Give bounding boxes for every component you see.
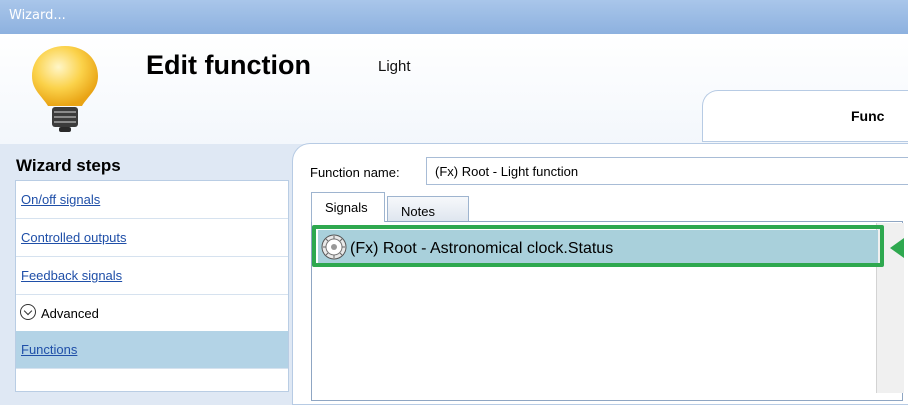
arrow-left-icon	[890, 238, 904, 258]
sidebar-item-label: Advanced	[41, 306, 99, 321]
sidebar-item-controlled-outputs[interactable]: Controlled outputs	[16, 219, 288, 257]
tab-notes[interactable]: Notes	[387, 196, 469, 222]
sidebar-item-advanced[interactable]: Advanced	[16, 295, 288, 333]
page-title: Edit function	[146, 50, 311, 80]
highlight-frame	[312, 225, 884, 267]
function-type-label: Light	[378, 58, 411, 75]
sidebar-item-label[interactable]: Feedback signals	[21, 268, 122, 283]
sidebar-item-label[interactable]: Controlled outputs	[21, 230, 127, 245]
tab-signals-label: Signals	[325, 200, 368, 215]
function-name-label: Function name:	[310, 165, 400, 180]
chevron-down-icon[interactable]	[20, 304, 36, 320]
wizard-steps-title: Wizard steps	[16, 156, 121, 175]
function-name-input[interactable]: (Fx) Root - Light function	[426, 157, 908, 185]
sidebar-item-label[interactable]: Functions	[21, 342, 77, 357]
sidebar-item-label[interactable]: On/off signals	[21, 192, 100, 207]
wizard-steps-list: On/off signals Controlled outputs Feedba…	[15, 180, 289, 392]
light-bulb-icon	[32, 46, 98, 132]
tab-notes-label: Notes	[401, 204, 435, 219]
sidebar-item-onoff-signals[interactable]: On/off signals	[16, 181, 288, 219]
sidebar-item-functions[interactable]: Functions	[16, 331, 288, 369]
sidebar-item-feedback-signals[interactable]: Feedback signals	[16, 257, 288, 295]
tab-functions[interactable]: Func	[702, 90, 908, 142]
tab-functions-label: Func	[851, 108, 885, 124]
window-title: Wizard...	[9, 8, 66, 23]
tab-signals[interactable]: Signals	[311, 192, 385, 222]
title-bar: Wizard...	[0, 0, 908, 34]
